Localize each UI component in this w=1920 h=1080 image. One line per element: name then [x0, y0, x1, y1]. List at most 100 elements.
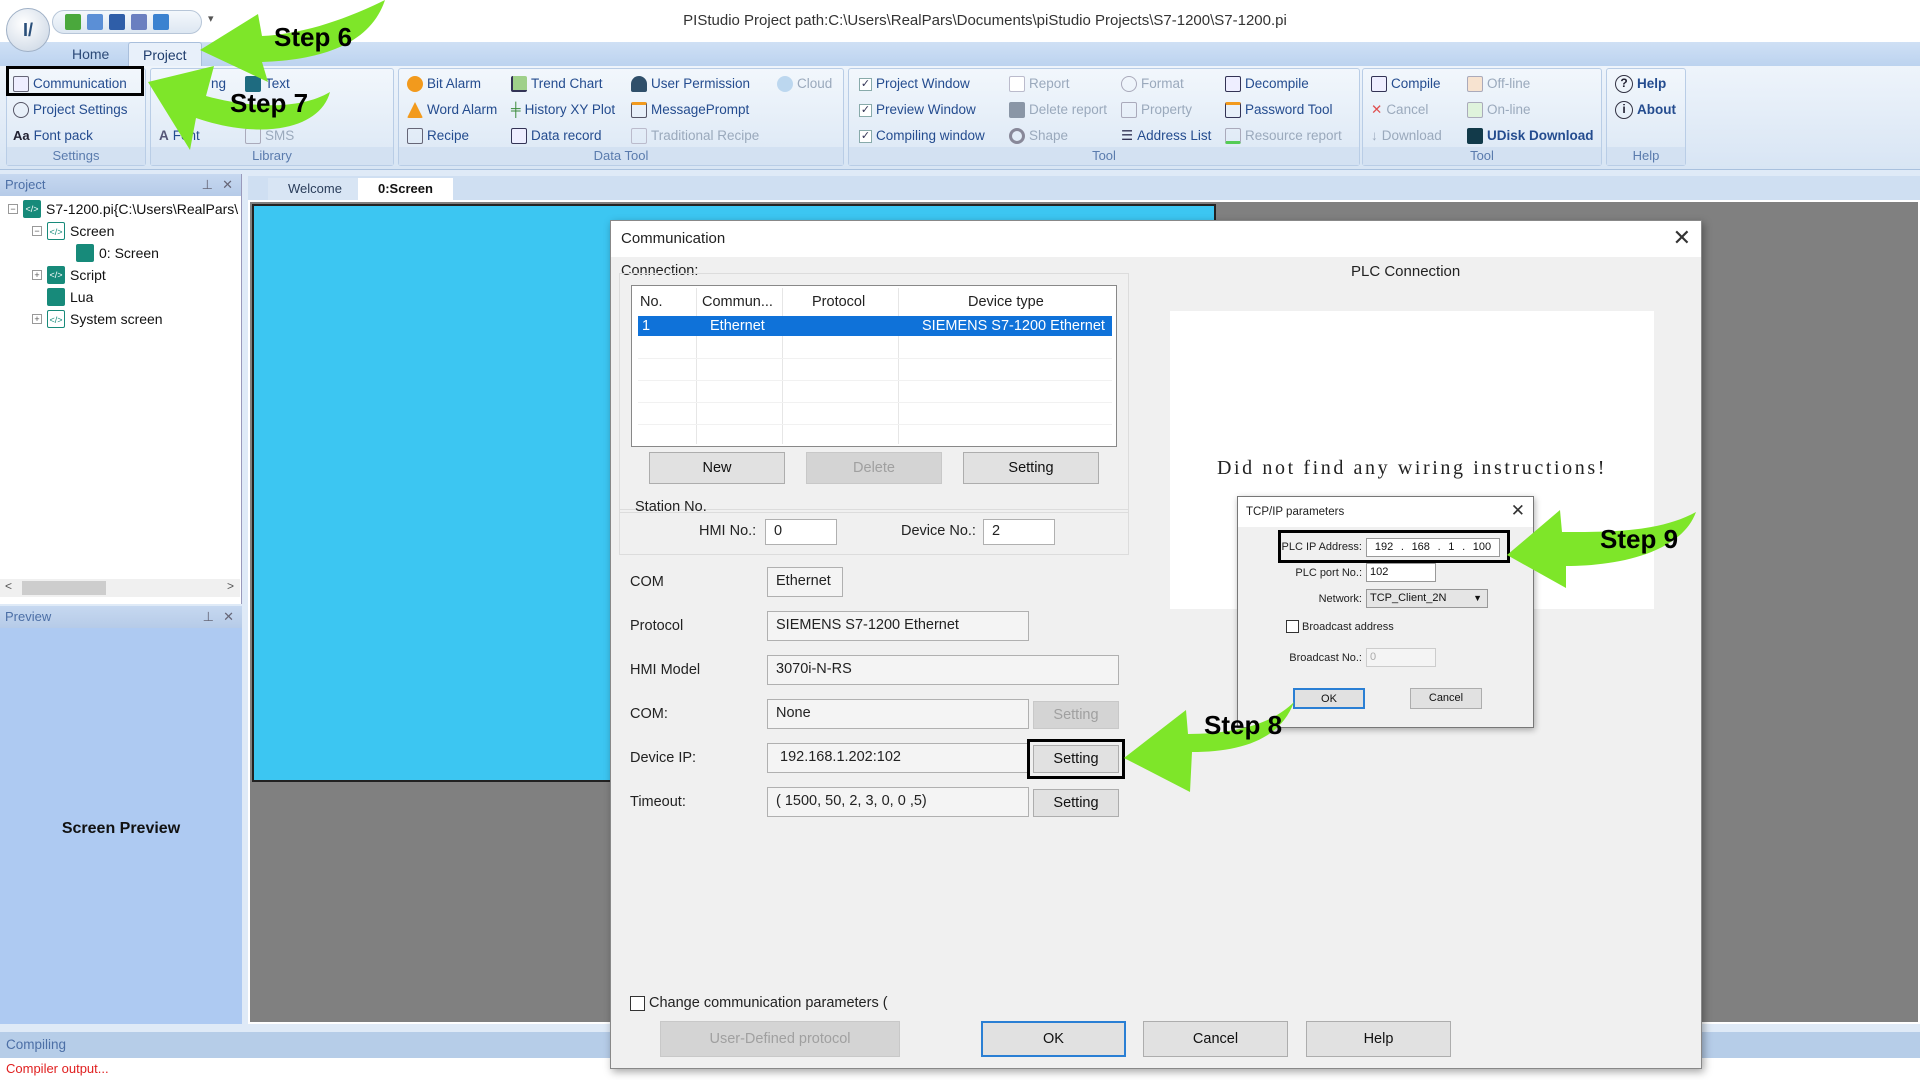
cloud-button[interactable]: Cloud: [777, 73, 832, 95]
communication-button[interactable]: Communication: [13, 73, 127, 95]
trend-chart-button[interactable]: Trend Chart: [511, 73, 603, 95]
customize-toolbar-icon[interactable]: ▾: [208, 12, 214, 25]
traditional-recipe-button[interactable]: Traditional Recipe: [631, 125, 759, 147]
open-icon[interactable]: [87, 14, 103, 30]
save-icon[interactable]: [109, 14, 125, 30]
address-list-button[interactable]: ☰ Address List: [1121, 125, 1211, 147]
tree-item-system-screen[interactable]: + </> System screen: [32, 308, 163, 330]
sms-button[interactable]: SMS: [245, 125, 294, 147]
broadcast-no-input[interactable]: 0: [1366, 648, 1436, 667]
message-prompt-button[interactable]: MessagePrompt: [631, 99, 749, 121]
scroll-right-icon[interactable]: >: [227, 579, 234, 593]
on-line-button[interactable]: On-line: [1467, 99, 1531, 121]
tab-project[interactable]: Project: [128, 42, 202, 66]
report-button[interactable]: Report: [1009, 73, 1070, 95]
font-button[interactable]: A Font: [159, 125, 200, 147]
library-item-partial[interactable]: ng: [211, 73, 226, 95]
delete-button[interactable]: Delete: [806, 452, 942, 484]
font-pack-button[interactable]: Aa Font pack: [13, 125, 93, 147]
tcp-ok-button[interactable]: OK: [1293, 688, 1365, 709]
scroll-thumb[interactable]: [22, 581, 106, 595]
udisk-download-button[interactable]: UDisk Download: [1467, 125, 1594, 147]
help-button[interactable]: ? Help: [1615, 73, 1666, 95]
about-button[interactable]: i About: [1615, 99, 1676, 121]
compiling-window-toggle[interactable]: ✓ Compiling window: [859, 125, 985, 147]
ip-octet-1[interactable]: 192: [1375, 539, 1393, 556]
data-record-button[interactable]: Data record: [511, 125, 602, 147]
new-icon[interactable]: [65, 14, 81, 30]
format-button[interactable]: Format: [1121, 73, 1184, 95]
expand-icon[interactable]: +: [32, 314, 42, 324]
save-as-icon[interactable]: [131, 14, 147, 30]
project-settings-button[interactable]: Project Settings: [13, 99, 128, 121]
cancel-button[interactable]: Cancel: [1143, 1021, 1288, 1057]
checkbox-icon[interactable]: [1286, 620, 1299, 633]
tab-home[interactable]: Home: [58, 42, 123, 66]
tree-item-screen[interactable]: − </> Screen: [32, 220, 114, 242]
delete-report-button[interactable]: Delete report: [1009, 99, 1107, 121]
recipe-button[interactable]: Recipe: [407, 125, 469, 147]
collapse-icon[interactable]: −: [32, 226, 42, 236]
new-button[interactable]: New: [649, 452, 785, 484]
column-header-device-type[interactable]: Device type: [968, 290, 1044, 314]
close-icon[interactable]: ✕: [222, 174, 233, 196]
tree-label: Script: [70, 267, 106, 283]
bit-alarm-button[interactable]: Bit Alarm: [407, 73, 481, 95]
property-button[interactable]: Property: [1121, 99, 1192, 121]
plc-ip-input[interactable]: 192. 168. 1. 100: [1366, 538, 1500, 557]
device-no-input[interactable]: 2: [983, 519, 1055, 545]
column-header-no[interactable]: No.: [640, 290, 663, 314]
ok-button[interactable]: OK: [981, 1021, 1126, 1057]
device-ip-setting-button[interactable]: Setting: [1033, 745, 1119, 773]
timeout-setting-button[interactable]: Setting: [1033, 789, 1119, 817]
close-icon[interactable]: ✕: [1673, 221, 1691, 255]
compile-button[interactable]: Compile: [1371, 73, 1441, 95]
expand-icon[interactable]: +: [32, 270, 42, 280]
preview-window-toggle[interactable]: ✓ Preview Window: [859, 99, 976, 121]
com-setting-button[interactable]: Setting: [1033, 701, 1119, 729]
history-xy-plot-button[interactable]: ╪ History XY Plot: [511, 99, 615, 121]
pin-icon[interactable]: ⊥: [202, 174, 213, 196]
tree-item-lua[interactable]: Lua: [47, 286, 93, 308]
hmi-no-input[interactable]: 0: [765, 519, 837, 545]
plc-port-input[interactable]: 102: [1366, 563, 1436, 582]
download-icon[interactable]: [153, 14, 169, 30]
help-button[interactable]: Help: [1306, 1021, 1451, 1057]
tree-item-project-root[interactable]: − </> S7-1200.pi{C:\Users\RealPars\: [8, 198, 238, 220]
collapse-icon[interactable]: −: [8, 204, 18, 214]
table-row[interactable]: 1 Ethernet SIEMENS S7-1200 Ethernet: [638, 316, 1112, 336]
project-window-toggle[interactable]: ✓ Project Window: [859, 73, 970, 95]
user-permission-button[interactable]: User Permission: [631, 73, 750, 95]
pin-icon[interactable]: ⊥: [203, 606, 214, 628]
close-icon[interactable]: ✕: [223, 606, 234, 628]
password-tool-button[interactable]: Password Tool: [1225, 99, 1333, 121]
broadcast-address-checkbox[interactable]: Broadcast address: [1286, 620, 1394, 633]
recipe-icon: [631, 128, 647, 144]
scroll-left-icon[interactable]: <: [5, 579, 12, 593]
word-alarm-button[interactable]: Word Alarm: [407, 99, 497, 121]
ip-octet-2[interactable]: 168: [1412, 539, 1430, 556]
column-header-commun[interactable]: Commun...: [702, 290, 773, 314]
close-icon[interactable]: ✕: [1511, 497, 1525, 525]
tab-0-screen[interactable]: 0:Screen: [358, 178, 453, 200]
user-defined-protocol-button[interactable]: User-Defined protocol: [660, 1021, 900, 1057]
tcp-cancel-button[interactable]: Cancel: [1410, 688, 1482, 709]
ip-octet-3[interactable]: 1: [1448, 539, 1454, 556]
change-params-checkbox[interactable]: Change communication parameters (: [630, 995, 888, 1011]
tree-item-script[interactable]: + </> Script: [32, 264, 106, 286]
shape-button[interactable]: Shape: [1009, 125, 1068, 147]
resource-report-button[interactable]: Resource report: [1225, 125, 1342, 147]
tree-item-0-screen[interactable]: 0: Screen: [76, 242, 159, 264]
ip-octet-4[interactable]: 100: [1473, 539, 1491, 556]
tab-welcome[interactable]: Welcome: [268, 178, 362, 200]
connection-setting-button[interactable]: Setting: [963, 452, 1099, 484]
off-line-button[interactable]: Off-line: [1467, 73, 1530, 95]
checkbox-icon[interactable]: [630, 995, 645, 1011]
app-logo-button[interactable]: I/: [6, 8, 50, 52]
download-button[interactable]: ↓ Download: [1371, 125, 1442, 147]
horizontal-scrollbar[interactable]: < >: [0, 579, 240, 597]
column-header-protocol[interactable]: Protocol: [812, 290, 865, 314]
cancel-compile-button[interactable]: ✕ Cancel: [1371, 99, 1428, 121]
network-select[interactable]: TCP_Client_2N ▼: [1366, 589, 1488, 608]
decompile-button[interactable]: Decompile: [1225, 73, 1309, 95]
